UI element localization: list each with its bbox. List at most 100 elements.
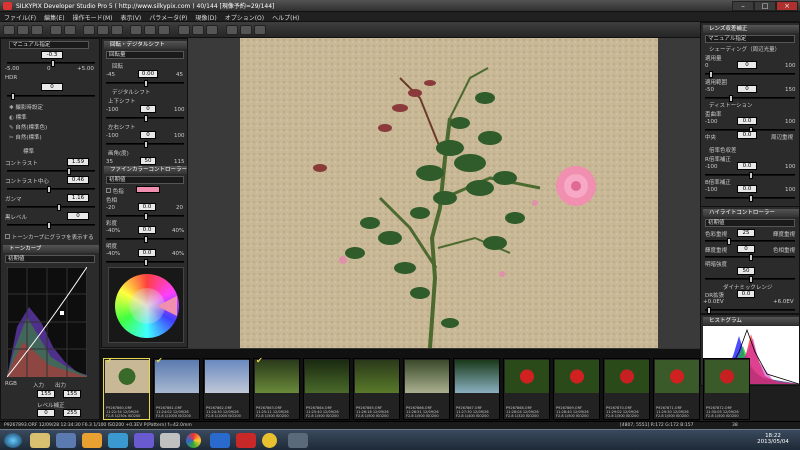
- app-icon[interactable]: [134, 433, 154, 448]
- clock[interactable]: 18:22 2013/05/04: [748, 433, 798, 445]
- ie-icon[interactable]: [108, 433, 128, 448]
- black-level-value[interactable]: 0: [67, 212, 89, 220]
- level-high-value[interactable]: 255: [63, 409, 81, 417]
- tool-undo-icon[interactable]: [50, 25, 62, 35]
- dr-knob[interactable]: [707, 307, 711, 314]
- ie2-icon[interactable]: [210, 433, 230, 448]
- shift-up-slider[interactable]: [106, 115, 184, 122]
- preset-row-4[interactable]: ✂ 自然(標準): [9, 133, 42, 141]
- hdr-slider-knob[interactable]: [11, 93, 15, 100]
- hl-mix-value[interactable]: 50: [737, 267, 755, 275]
- preset-row-2[interactable]: ◐ 標準: [9, 113, 27, 121]
- shading-range-slider[interactable]: [705, 95, 795, 102]
- hl-apply-knob[interactable]: [749, 254, 753, 261]
- shift-lr-knob[interactable]: [144, 141, 148, 148]
- curve-input-value[interactable]: 155: [37, 390, 55, 398]
- hl-color-knob[interactable]: [727, 238, 731, 245]
- thumbnail[interactable]: P9267870.ORF 11:29:02 12/09/26 F2.8 1/500 …: [603, 358, 650, 420]
- tool-single-view-icon[interactable]: [178, 25, 190, 35]
- hl-color-value[interactable]: 25: [737, 229, 755, 237]
- sat-knob[interactable]: [144, 236, 148, 243]
- tool-develop-icon[interactable]: [31, 25, 43, 35]
- wb-slider[interactable]: [7, 60, 95, 67]
- contrast-center-knob[interactable]: [47, 186, 51, 193]
- lum-knob[interactable]: [144, 259, 148, 266]
- sat-value[interactable]: 0.0: [138, 226, 156, 234]
- tool-save-icon[interactable]: [17, 25, 29, 35]
- silkypix-icon[interactable]: [262, 433, 277, 448]
- ca-b-slider[interactable]: [705, 195, 795, 202]
- thumbnail[interactable]: P9267872.ORF 11:30:05 12/09/26 F2.8 1/500 …: [703, 358, 750, 420]
- chrome-icon[interactable]: [186, 433, 201, 448]
- wb-value[interactable]: -0.3: [41, 51, 63, 59]
- hue-knob[interactable]: [144, 213, 148, 220]
- tool-thumb-view-icon[interactable]: [206, 25, 218, 35]
- distortion-sub-value[interactable]: 0.0: [737, 131, 757, 139]
- close-button[interactable]: ×: [776, 1, 798, 11]
- tool-spot-icon[interactable]: [144, 25, 156, 35]
- curve-output-value[interactable]: 155: [63, 390, 81, 398]
- hue-value[interactable]: 0.0: [138, 203, 156, 211]
- thumbnail[interactable]: P9267868.ORF 11:28:04 12/09/26 F2.8 1/320 …: [503, 358, 550, 420]
- distortion-value[interactable]: 0.0: [737, 117, 757, 125]
- shading-amount-value[interactable]: 0: [737, 61, 757, 69]
- gamma-value[interactable]: 1.16: [67, 194, 89, 202]
- rotation-mode-select[interactable]: 回転量: [106, 51, 184, 59]
- media-icon[interactable]: [82, 433, 102, 448]
- tool-open-icon[interactable]: [3, 25, 15, 35]
- explorer-icon[interactable]: [30, 433, 50, 448]
- ca-r-value[interactable]: 0.0: [737, 162, 757, 170]
- hdr-value[interactable]: 0: [41, 83, 63, 91]
- check-mark-icon[interactable]: ✔: [106, 356, 113, 365]
- hl-mix-knob[interactable]: [749, 276, 753, 283]
- preset-row-3[interactable]: ✎ 自然(標準色): [9, 123, 47, 131]
- tool-compare-icon[interactable]: [83, 25, 95, 35]
- gamma-slider[interactable]: [7, 204, 95, 211]
- contrast-center-slider[interactable]: [7, 186, 95, 193]
- check-mark-icon[interactable]: ✔: [256, 356, 263, 365]
- black-level-slider[interactable]: [7, 222, 95, 229]
- tone-preset-label[interactable]: 標準: [23, 147, 34, 155]
- check-mark-icon[interactable]: ✔: [156, 356, 163, 365]
- tonecurve-header[interactable]: トーンカーブ: [3, 245, 99, 253]
- tool-zoom-icon[interactable]: [226, 25, 238, 35]
- color-wheel[interactable]: [115, 274, 179, 338]
- hl-color-slider[interactable]: [705, 238, 795, 245]
- tonecurve-checkbox[interactable]: トーンカーブにグラフを表示する: [5, 233, 94, 241]
- shift-lr-slider[interactable]: [106, 141, 184, 148]
- tool-redo-icon[interactable]: [64, 25, 76, 35]
- rotation-knob[interactable]: [144, 80, 148, 87]
- dr-slider[interactable]: [705, 307, 795, 314]
- hl-apply-value[interactable]: 0: [737, 245, 755, 253]
- thumbnail[interactable]: P9267867.ORF 11:27:30 12/09/26 F2.8 1/400 …: [453, 358, 500, 420]
- thumbnail[interactable]: P9267871.ORF 11:29:30 12/09/26 F2.8 1/500 …: [653, 358, 700, 420]
- contrast-slider[interactable]: [7, 168, 95, 175]
- thumbnail[interactable]: P9267866.ORF 11:26:51 12/09/26 F2.8 1/500 …: [403, 358, 450, 420]
- preset-row-1[interactable]: ✱ 撮影時設定: [9, 103, 43, 111]
- rotation-value[interactable]: 0.00: [138, 70, 158, 78]
- minimize-button[interactable]: –: [732, 1, 754, 11]
- distortion-header[interactable]: ディストーション: [709, 101, 753, 109]
- tool-dual-view-icon[interactable]: [192, 25, 204, 35]
- histogram-header[interactable]: ヒストグラム: [703, 317, 799, 325]
- thumbnail[interactable]: ✔ P9267860.ORF 11:22:34 12/09/26 F2.8 1/250…: [103, 356, 150, 420]
- start-button-icon[interactable]: [4, 433, 22, 448]
- maximize-button[interactable]: □: [754, 1, 776, 11]
- black-level-knob[interactable]: [47, 222, 51, 229]
- app2-icon[interactable]: [160, 433, 180, 448]
- sat-slider[interactable]: [106, 236, 184, 243]
- app3-icon[interactable]: [236, 433, 256, 448]
- tool-fit-icon[interactable]: [240, 25, 252, 35]
- tonecurve-mode-select[interactable]: 初期値: [5, 255, 95, 263]
- ca-header[interactable]: 倍率色収差: [709, 146, 737, 154]
- ca-r-knob[interactable]: [749, 172, 753, 179]
- shift-up-value[interactable]: 0: [140, 105, 156, 113]
- shading-header[interactable]: シェーディング（周辺光量）: [709, 45, 780, 53]
- shading-range-value[interactable]: 0: [737, 85, 757, 93]
- tonecurve-graph[interactable]: [7, 267, 87, 377]
- tool-hand-icon[interactable]: [254, 25, 266, 35]
- shift-up-knob[interactable]: [144, 115, 148, 122]
- thumbnail[interactable]: P9267862.ORF 11:24:30 12/09/26 F2.8 1/1000…: [203, 358, 250, 420]
- app4-icon[interactable]: [288, 433, 308, 448]
- hl-mix-slider[interactable]: [705, 276, 795, 283]
